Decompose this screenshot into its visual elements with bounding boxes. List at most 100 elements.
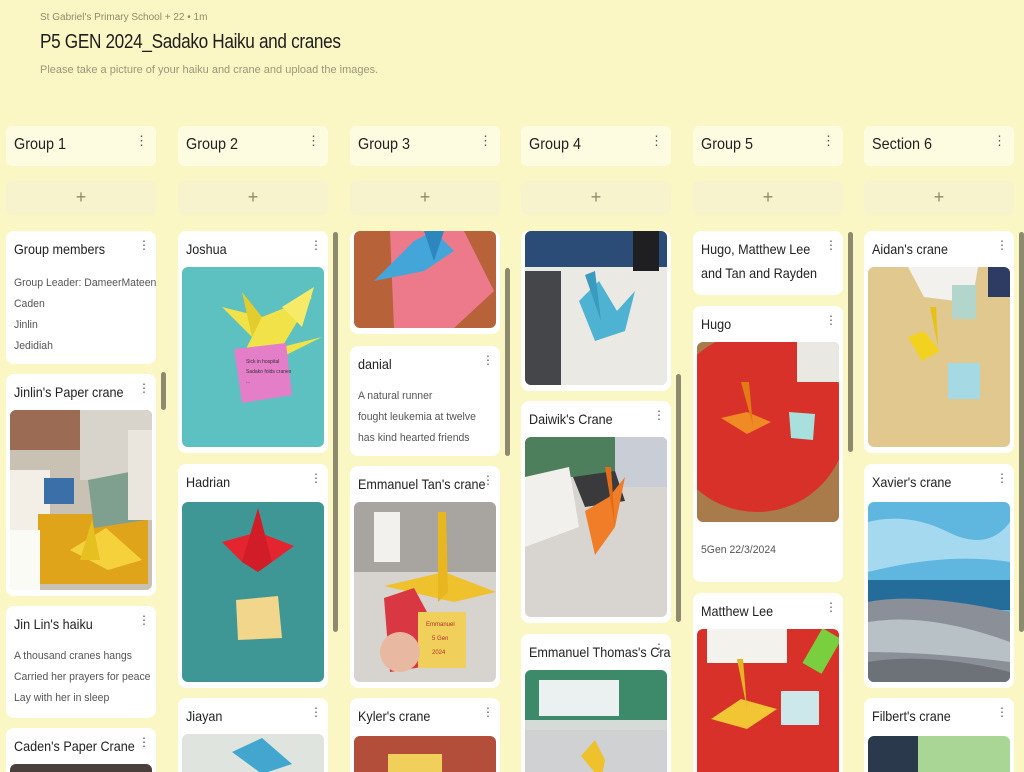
- post-image[interactable]: [525, 437, 667, 617]
- post-card[interactable]: Hugo, Matthew Lee and Tan and Rayden ⋮: [693, 231, 843, 295]
- column-menu-icon[interactable]: ⋮: [993, 134, 1006, 147]
- post-line: Group Leader: DameerMateen: [14, 277, 156, 289]
- column-title: Group 5: [701, 136, 754, 153]
- post-card[interactable]: Emmanuel Tan's crane ⋮ Emmanuel 5 Gen 20…: [350, 466, 500, 688]
- column-menu-icon[interactable]: ⋮: [822, 134, 835, 147]
- post-card[interactable]: Aidan's crane ⋮: [864, 231, 1014, 453]
- post-card[interactable]: Jiayan ⋮: [178, 698, 328, 772]
- post-title: Filbert's crane: [872, 708, 951, 724]
- post-image[interactable]: Sick in hospital Sadako folds cranes ...: [182, 267, 324, 447]
- svg-text:...: ...: [246, 379, 250, 385]
- post-image[interactable]: [868, 502, 1010, 682]
- post-card[interactable]: [521, 231, 671, 391]
- post-body: A thousand cranes hangs Carried her pray…: [14, 646, 151, 709]
- post-title: Jiayan: [186, 708, 223, 724]
- column-scrollbar[interactable]: [161, 372, 166, 410]
- column-title: Section 6: [872, 136, 933, 153]
- post-card[interactable]: Jin Lin's haiku ⋮ A thousand cranes hang…: [6, 606, 156, 718]
- post-menu-icon[interactable]: ⋮: [825, 601, 837, 613]
- post-card[interactable]: Kyler's crane ⋮: [350, 698, 500, 772]
- post-card[interactable]: danial ⋮ A natural runner fought leukemi…: [350, 346, 500, 456]
- post-card[interactable]: Hadrian ⋮: [178, 464, 328, 688]
- post-image[interactable]: [525, 231, 667, 385]
- board-description: Please take a picture of your haiku and …: [40, 64, 379, 76]
- post-menu-icon[interactable]: ⋮: [310, 239, 322, 251]
- post-title: danial: [358, 356, 392, 372]
- post-menu-icon[interactable]: ⋮: [825, 239, 837, 251]
- add-post-button[interactable]: +: [178, 181, 328, 215]
- column-scrollbar[interactable]: [333, 232, 338, 632]
- post-image[interactable]: Emmanuel 5 Gen 2024: [354, 502, 496, 682]
- post-card[interactable]: Joshua ⋮ Sick in hospital Sadako folds c…: [178, 231, 328, 453]
- add-post-button[interactable]: +: [521, 181, 671, 215]
- post-image[interactable]: [868, 736, 1010, 772]
- post-image[interactable]: [354, 736, 496, 772]
- post-line: A thousand cranes hangs: [14, 650, 132, 662]
- post-image[interactable]: [868, 267, 1010, 447]
- post-card[interactable]: Daiwik's Crane ⋮: [521, 401, 671, 623]
- post-image[interactable]: [10, 764, 152, 772]
- post-menu-icon[interactable]: ⋮: [482, 354, 494, 366]
- column-title: Group 1: [14, 136, 67, 153]
- post-title: Emmanuel Tan's crane: [358, 476, 486, 492]
- plus-icon: +: [75, 187, 87, 207]
- post-card[interactable]: Xavier's crane ⋮: [864, 464, 1014, 688]
- post-card[interactable]: Group members ⋮ Group Leader: DameerMate…: [6, 231, 156, 364]
- column-scrollbar[interactable]: [1019, 232, 1024, 632]
- post-menu-icon[interactable]: ⋮: [138, 239, 150, 251]
- add-post-button[interactable]: +: [693, 181, 843, 215]
- post-menu-icon[interactable]: ⋮: [482, 474, 494, 486]
- post-image[interactable]: [525, 670, 667, 772]
- post-card[interactable]: Hugo ⋮ 5Gen 22/3/2024: [693, 306, 843, 582]
- post-image[interactable]: [182, 734, 324, 772]
- add-post-button[interactable]: +: [350, 181, 500, 215]
- post-menu-icon[interactable]: ⋮: [310, 706, 322, 718]
- post-title: Hugo, Matthew Lee and Tan and Rayden: [701, 241, 818, 281]
- post-menu-icon[interactable]: ⋮: [138, 736, 150, 748]
- post-menu-icon[interactable]: ⋮: [482, 706, 494, 718]
- column-scrollbar[interactable]: [848, 232, 853, 452]
- post-image[interactable]: [697, 342, 839, 522]
- board-meta[interactable]: St Gabriel's Primary School + 22 • 1m: [40, 12, 207, 23]
- post-image[interactable]: [182, 502, 324, 682]
- plus-icon: +: [762, 187, 774, 207]
- post-menu-icon[interactable]: ⋮: [653, 409, 665, 421]
- post-image[interactable]: [10, 410, 152, 590]
- post-menu-icon[interactable]: ⋮: [138, 614, 150, 626]
- post-title: Jin Lin's haiku: [14, 616, 93, 632]
- post-image[interactable]: [354, 231, 496, 328]
- post-card[interactable]: Emmanuel Thomas's Crane ⋮: [521, 634, 671, 772]
- post-card[interactable]: Matthew Lee ⋮: [693, 593, 843, 772]
- post-menu-icon[interactable]: ⋮: [825, 314, 837, 326]
- column-group-3: Group 3 ⋮ + danial ⋮ A natural runner fo…: [350, 126, 500, 772]
- add-post-button[interactable]: +: [864, 181, 1014, 215]
- column-header: Group 5 ⋮: [693, 126, 843, 166]
- note-text: 2024: [432, 650, 446, 656]
- post-card[interactable]: Caden's Paper Crane ⋮: [6, 728, 156, 772]
- column-group-2: Group 2 ⋮ + Joshua ⋮ Sick in hospital Sa…: [178, 126, 328, 772]
- post-image[interactable]: [697, 629, 839, 772]
- column-menu-icon[interactable]: ⋮: [650, 134, 663, 147]
- post-menu-icon[interactable]: ⋮: [996, 239, 1008, 251]
- post-card[interactable]: Jinlin's Paper crane ⋮: [6, 374, 156, 596]
- post-menu-icon[interactable]: ⋮: [138, 382, 150, 394]
- post-title: Jinlin's Paper crane: [14, 384, 124, 400]
- column-group-1: Group 1 ⋮ + Group members ⋮ Group Leader…: [6, 126, 156, 772]
- column-group-5: Group 5 ⋮ + Hugo, Matthew Lee and Tan an…: [693, 126, 843, 772]
- column-menu-icon[interactable]: ⋮: [479, 134, 492, 147]
- note-text: 5 Gen: [432, 636, 448, 642]
- post-menu-icon[interactable]: ⋮: [310, 472, 322, 484]
- post-card[interactable]: Filbert's crane ⋮: [864, 698, 1014, 772]
- post-card[interactable]: [350, 231, 500, 334]
- column-menu-icon[interactable]: ⋮: [307, 134, 320, 147]
- post-menu-icon[interactable]: ⋮: [996, 472, 1008, 484]
- column-title: Group 2: [186, 136, 239, 153]
- post-line: Jinlin: [14, 319, 38, 331]
- column-scrollbar[interactable]: [505, 268, 510, 456]
- add-post-button[interactable]: +: [6, 181, 156, 215]
- post-title: Caden's Paper Crane: [14, 738, 135, 754]
- post-menu-icon[interactable]: ⋮: [996, 706, 1008, 718]
- column-menu-icon[interactable]: ⋮: [135, 134, 148, 147]
- column-scrollbar[interactable]: [676, 374, 681, 622]
- post-menu-icon[interactable]: ⋮: [653, 642, 665, 654]
